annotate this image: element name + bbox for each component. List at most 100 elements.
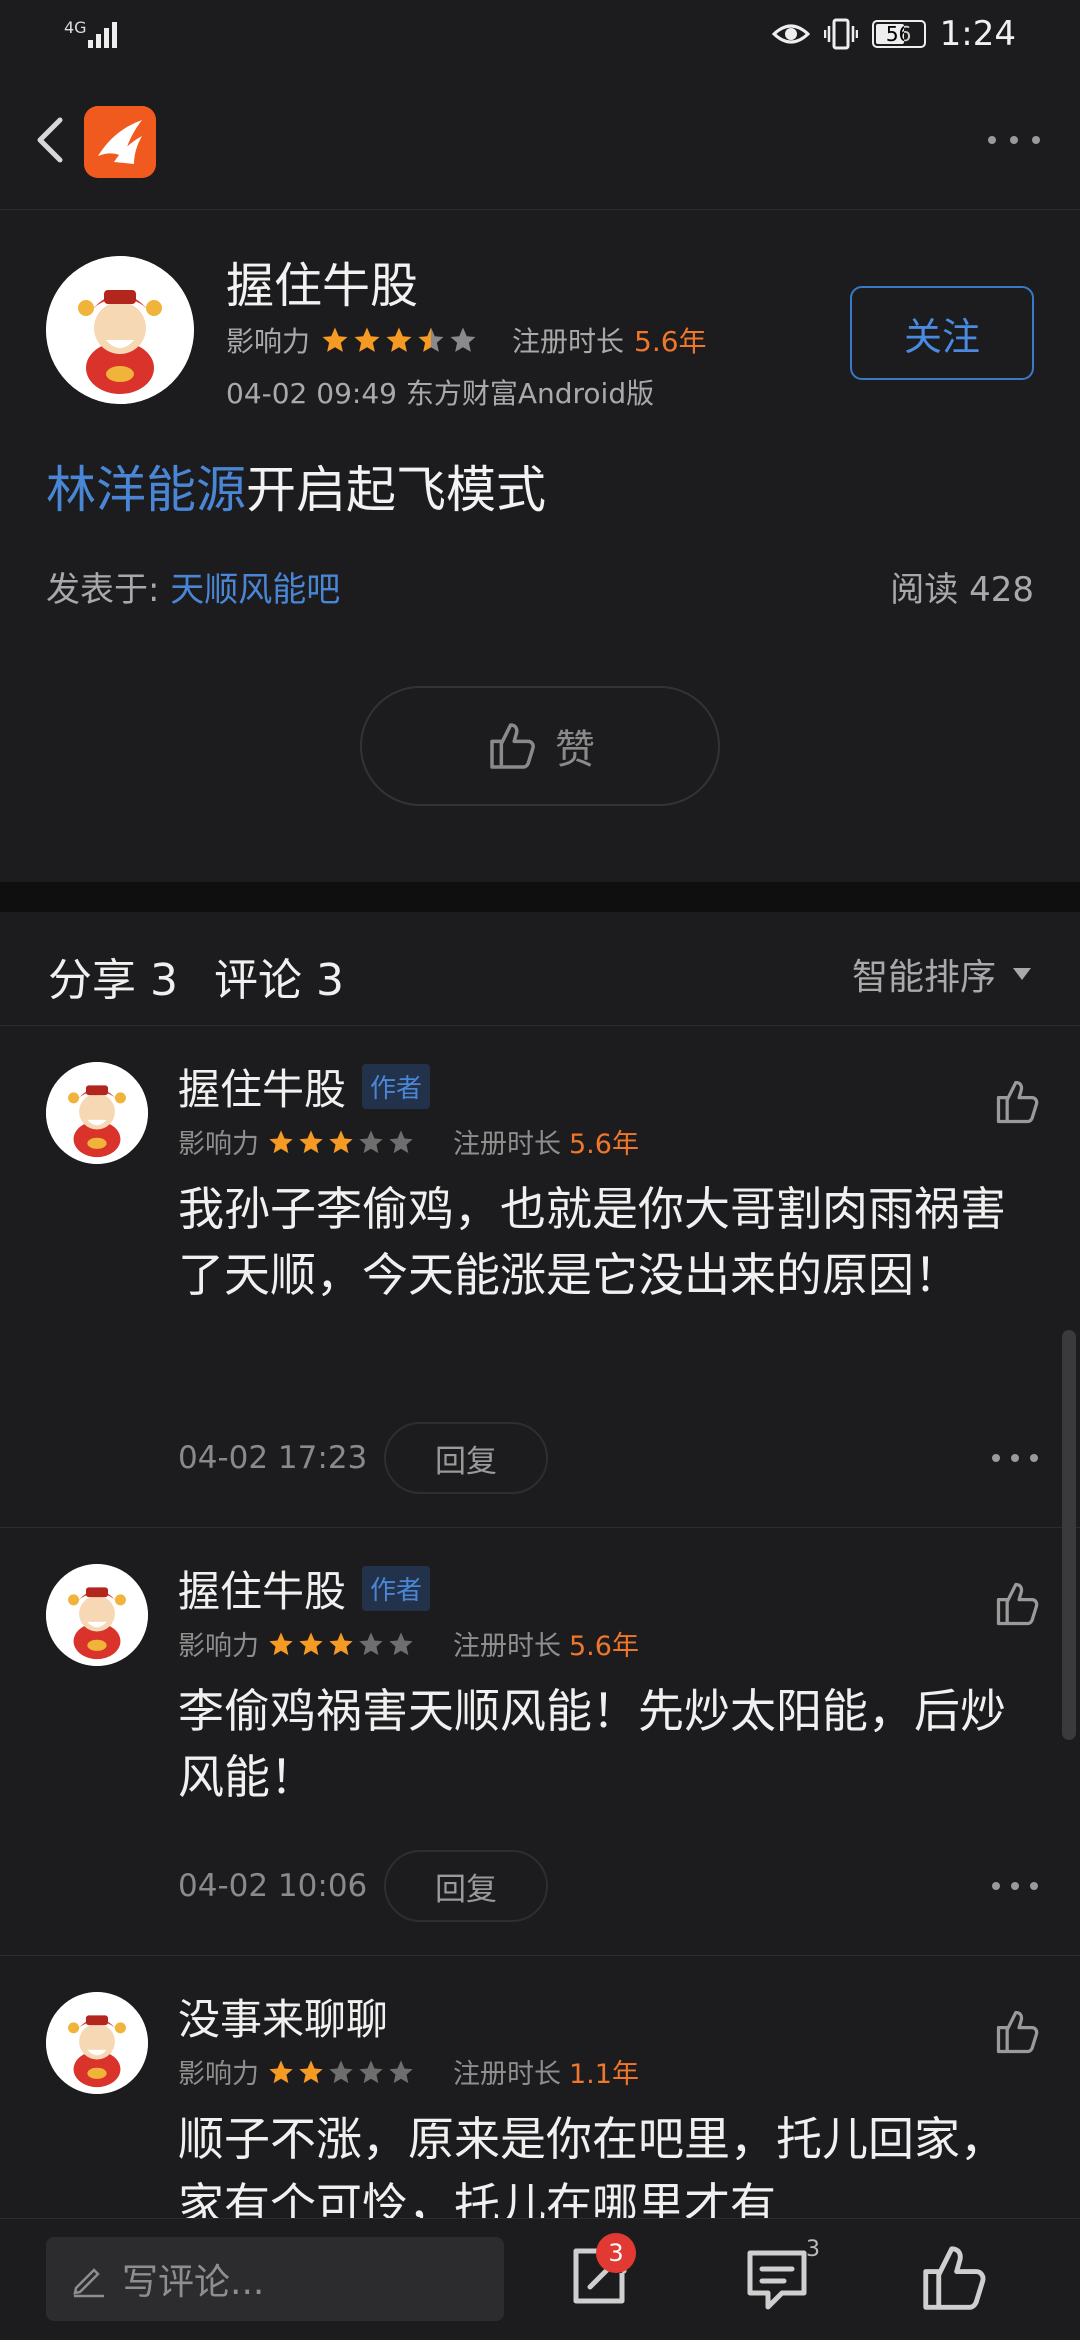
sort-label: 智能排序 — [851, 957, 996, 998]
post-title: 林洋能源开启起飞模式 — [46, 450, 546, 522]
comment-avatar[interactable] — [46, 1992, 148, 2094]
tab-shares[interactable]: 分享 3 — [48, 944, 178, 1008]
star-icon — [389, 1631, 413, 1655]
signal-icon — [88, 22, 117, 48]
thumbs-up-icon[interactable] — [992, 1578, 1044, 1630]
bottom-action-bar: 写评论... 3 3 — [0, 2218, 1080, 2340]
influence-stars — [267, 1630, 415, 1658]
thumbs-up-icon[interactable] — [916, 2239, 994, 2317]
comment-meta: 影响力 注册时长 5.6年 — [178, 1122, 639, 1161]
comment-text: 李偷鸡祸害天顺风能！先炒太阳能，后炒风能！ — [178, 1684, 1006, 1804]
comment-item: 没事来聊聊 影响力 注册时长 1.1年 顺子不涨，原来是你在吧里，托儿回家，家有… — [0, 1956, 1080, 2218]
star-icon — [269, 2059, 293, 2083]
influence-label: 影响力 — [178, 2059, 259, 2090]
reg-value: 1.1年 — [569, 2059, 639, 2090]
influence-label: 影响力 — [178, 1631, 259, 1662]
influence-stars — [267, 1128, 415, 1156]
reply-button[interactable]: 回复 — [384, 1422, 548, 1494]
posted-in-label: 发表于: — [46, 570, 171, 610]
author-meta: 影响力 注册时长 5.6年 — [226, 320, 707, 360]
comment-item: 握住牛股 作者 影响力 注册时长 5.6年 李偷鸡祸害天顺风能！先炒太阳能，后炒… — [0, 1528, 1080, 1956]
clock: 1:24 — [939, 14, 1016, 54]
posted-in: 发表于: 天顺风能吧 — [46, 562, 340, 611]
influence-stars — [320, 325, 478, 355]
star-icon — [329, 1631, 353, 1655]
bar-link[interactable]: 天顺风能吧 — [170, 570, 340, 610]
more-icon[interactable] — [990, 1448, 1040, 1468]
star-icon — [329, 2059, 353, 2083]
avatar-image — [46, 1564, 148, 1666]
more-icon[interactable] — [984, 128, 1044, 152]
post-time-source: 04-02 09:49 东方财富Android版 — [226, 377, 655, 410]
star-icon — [269, 1129, 293, 1153]
tab-comments[interactable]: 评论 3 — [214, 944, 344, 1008]
reg-label: 注册时长 — [453, 1631, 561, 1662]
comment-input[interactable]: 写评论... — [46, 2237, 504, 2321]
sort-dropdown[interactable]: 智能排序 — [852, 948, 1032, 1000]
reg-value: 5.6年 — [569, 1631, 639, 1662]
reg-value: 5.6年 — [569, 1129, 639, 1160]
more-icon[interactable] — [990, 1876, 1040, 1896]
star-half-icon — [418, 327, 444, 352]
status-bar: 4G 56 1:24 — [0, 0, 1080, 72]
star-icon — [299, 2059, 323, 2083]
star-icon — [329, 1129, 353, 1153]
star-icon — [359, 1129, 383, 1153]
comment-count: 3 — [806, 2237, 820, 2262]
commenter-name[interactable]: 没事来聊聊 — [178, 1986, 388, 2047]
app-logo-icon[interactable] — [84, 106, 156, 178]
vibrate-icon — [823, 18, 858, 50]
comment-text: 我孙子李偷鸡，也就是你大哥割肉雨祸害了天顺，今天能涨是它没出来的原因！ — [178, 1182, 1006, 1302]
avatar-image — [46, 256, 194, 404]
influence-label: 影响力 — [226, 325, 311, 358]
author-tag: 作者 — [362, 1566, 431, 1611]
influence-label: 影响力 — [178, 1129, 259, 1160]
commenter-name[interactable]: 握住牛股 — [178, 1056, 346, 1117]
star-icon — [359, 2059, 383, 2083]
network-type: 4G — [64, 18, 87, 37]
like-label: 赞 — [555, 727, 595, 773]
comment-avatar[interactable] — [46, 1564, 148, 1666]
author-name[interactable]: 握住牛股 — [226, 246, 418, 316]
comment-time: 04-02 17:23 — [178, 1440, 368, 1476]
edit-pencil-icon — [73, 2268, 104, 2298]
comment-meta: 影响力 注册时长 1.1年 — [178, 2052, 639, 2091]
star-icon — [389, 1129, 413, 1153]
stock-link[interactable]: 林洋能源 — [46, 461, 246, 519]
thumbs-up-icon[interactable] — [992, 2006, 1044, 2058]
author-tag: 作者 — [362, 1064, 431, 1109]
reply-button[interactable]: 回复 — [384, 1850, 548, 1922]
comment-time: 04-02 10:06 — [178, 1868, 368, 1904]
reg-label: 注册时长 — [512, 325, 625, 358]
star-icon — [389, 2059, 413, 2083]
comment-text: 顺子不涨，原来是你在吧里，托儿回家，家有个可怜，托儿在哪里才有 — [178, 2112, 1006, 2218]
star-icon — [359, 1631, 383, 1655]
influence-stars — [267, 2058, 415, 2086]
thumbs-up-icon[interactable] — [992, 1076, 1044, 1128]
comment-avatar[interactable] — [46, 1062, 148, 1164]
title-text: 开启起飞模式 — [246, 461, 546, 519]
follow-button[interactable]: 关注 — [850, 286, 1034, 380]
comment-placeholder: 写评论... — [122, 2262, 265, 2303]
star-icon — [450, 327, 476, 352]
author-avatar[interactable] — [46, 256, 194, 404]
comments-header: 分享 3 评论 3 智能排序 — [0, 912, 1080, 1026]
comment-icon[interactable] — [738, 2239, 816, 2317]
eye-comfort-icon — [771, 24, 810, 44]
avatar-image — [46, 1992, 148, 2094]
star-icon — [354, 327, 380, 352]
reg-label: 注册时长 — [453, 2059, 561, 2090]
scrollbar[interactable] — [1062, 1330, 1076, 1740]
thumbs-up-icon — [490, 723, 535, 769]
star-icon — [269, 1631, 293, 1655]
section-divider — [0, 882, 1080, 912]
battery-indicator: 56 — [871, 20, 926, 48]
star-icon — [299, 1631, 323, 1655]
commenter-name[interactable]: 握住牛股 — [178, 1558, 346, 1619]
like-button[interactable]: 赞 — [360, 686, 720, 806]
comment-item: 握住牛股 作者 影响力 注册时长 5.6年 我孙子李偷鸡，也就是你大哥割肉雨祸害… — [0, 1026, 1080, 1528]
reg-value: 5.6年 — [634, 325, 707, 358]
battery-level: 56 — [885, 22, 912, 46]
back-icon[interactable] — [22, 110, 82, 170]
star-icon — [386, 327, 412, 352]
